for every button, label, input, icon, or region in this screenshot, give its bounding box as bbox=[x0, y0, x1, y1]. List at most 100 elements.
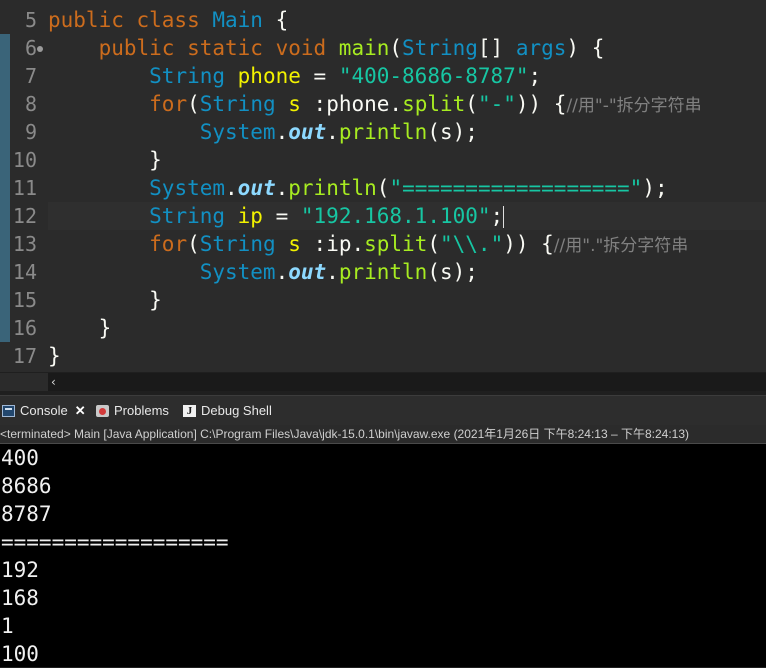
line-number: 6 bbox=[0, 34, 45, 62]
code-token: String bbox=[199, 232, 276, 256]
code-token: String bbox=[149, 64, 226, 88]
code-token: ( bbox=[187, 232, 200, 256]
code-token: String bbox=[402, 36, 478, 60]
code-token: //用"-"拆分字符串 bbox=[566, 96, 702, 116]
fold-marker-icon[interactable] bbox=[37, 46, 43, 52]
code-token: String bbox=[199, 92, 276, 116]
scroll-corner bbox=[0, 373, 48, 391]
code-token: [] bbox=[477, 36, 516, 60]
code-token: . bbox=[275, 260, 289, 284]
code-token: :ip. bbox=[313, 232, 365, 256]
code-token: phone bbox=[225, 64, 301, 88]
code-line[interactable]: public class Main { bbox=[48, 6, 766, 34]
code-token: . bbox=[326, 260, 339, 284]
line-number: 7 bbox=[0, 62, 45, 90]
code-token: ip bbox=[225, 204, 263, 228]
code-line[interactable]: public static void main(String[] args) { bbox=[48, 34, 766, 62]
code-token: )) { bbox=[515, 92, 567, 116]
code-token: println bbox=[338, 260, 428, 284]
code-token: = bbox=[300, 64, 339, 88]
line-number: 9 bbox=[0, 118, 45, 146]
tab-problems-label: Problems bbox=[114, 403, 169, 418]
close-icon[interactable]: ✕ bbox=[75, 400, 86, 422]
code-token: public class bbox=[48, 8, 213, 32]
line-number: 13 bbox=[0, 230, 45, 258]
line-number: 10 bbox=[0, 146, 45, 174]
code-token: "192.168.1.100" bbox=[300, 204, 491, 228]
line-number: 16 bbox=[0, 314, 45, 342]
code-token: System bbox=[199, 120, 276, 144]
console-output-line: 1 bbox=[1, 614, 14, 638]
code-token: } bbox=[48, 316, 112, 340]
code-token: } bbox=[48, 148, 162, 172]
code-token: out bbox=[237, 176, 276, 200]
line-number: 17 bbox=[12, 344, 37, 368]
code-token: "==================" bbox=[389, 176, 643, 200]
code-editor[interactable]: 5 6 7 8 9 10 11 12 13 14 15 16 17 public class Main … bbox=[0, 0, 766, 372]
code-token: s bbox=[275, 232, 314, 256]
tab-debug-shell-label: Debug Shell bbox=[201, 403, 272, 418]
code-token: ; bbox=[528, 64, 542, 88]
code-token: . bbox=[275, 120, 289, 144]
code-token: ( bbox=[465, 92, 478, 116]
code-line[interactable]: } bbox=[48, 286, 766, 314]
code-area[interactable]: public class Main { public static void m… bbox=[48, 6, 766, 370]
code-line[interactable]: String ip = "192.168.1.100"; bbox=[48, 202, 766, 230]
code-line[interactable]: String phone = "400-8686-8787"; bbox=[48, 62, 766, 90]
code-token: = bbox=[262, 204, 301, 228]
code-line[interactable]: System.out.println(s); bbox=[48, 118, 766, 146]
scroll-left-icon[interactable]: ‹ bbox=[51, 375, 56, 389]
code-line[interactable]: System.out.println("==================")… bbox=[48, 174, 766, 202]
tab-console[interactable]: Console ✕ bbox=[2, 400, 86, 422]
console-output-line: 8686 bbox=[1, 474, 52, 498]
code-line[interactable]: for(String s :ip.split("\\.")) {//用"."拆分… bbox=[48, 230, 766, 258]
horizontal-scrollbar[interactable]: ‹ bbox=[48, 373, 766, 391]
console-output-line: 168 bbox=[1, 586, 39, 610]
code-token: { bbox=[262, 8, 289, 32]
code-token: public static void bbox=[48, 36, 339, 60]
code-token: "-" bbox=[477, 92, 516, 116]
code-line[interactable]: for(String s :phone.split("-")) {//用"-"拆… bbox=[48, 90, 766, 118]
code-token: ( bbox=[427, 232, 440, 256]
code-token: for bbox=[149, 92, 188, 116]
code-token: Main bbox=[212, 8, 263, 32]
tab-problems[interactable]: Problems bbox=[96, 400, 169, 422]
code-token: System bbox=[149, 176, 226, 200]
line-number: 15 bbox=[0, 286, 45, 314]
code-token: split bbox=[402, 92, 466, 116]
console-tab-bar: Console ✕ Problems J Debug Shell bbox=[0, 395, 766, 426]
code-token: ); bbox=[642, 176, 668, 200]
console-output-line: ================== bbox=[1, 530, 229, 554]
code-token: ; bbox=[490, 204, 504, 228]
console-icon bbox=[2, 405, 15, 417]
code-token: System bbox=[199, 260, 276, 284]
code-line[interactable]: } bbox=[48, 146, 766, 174]
code-token: println bbox=[288, 176, 377, 200]
code-token: ( bbox=[389, 36, 403, 60]
console-output-line: 400 bbox=[1, 446, 39, 470]
debug-shell-icon: J bbox=[183, 405, 196, 417]
code-token: args bbox=[515, 36, 567, 60]
line-number-gutter: 5 6 7 8 9 10 11 12 13 14 15 16 17 bbox=[0, 6, 45, 370]
code-token: println bbox=[338, 120, 428, 144]
line-number: 5 bbox=[24, 8, 37, 32]
code-token: ) { bbox=[566, 36, 605, 60]
code-token: . bbox=[275, 176, 289, 200]
problems-icon bbox=[96, 405, 109, 417]
code-token: )) { bbox=[503, 232, 554, 256]
line-number: 14 bbox=[0, 258, 45, 286]
code-token: for bbox=[149, 232, 188, 256]
code-line[interactable]: } bbox=[48, 314, 766, 342]
text-cursor bbox=[503, 206, 505, 228]
tab-debug-shell[interactable]: J Debug Shell bbox=[183, 400, 272, 422]
console-output[interactable]: 400 8686 8787 ================== 192 168 1 100 bbox=[0, 444, 766, 667]
console-output-line: 8787 bbox=[1, 502, 52, 526]
code-line[interactable]: } bbox=[48, 342, 766, 370]
console-output-line: 192 bbox=[1, 558, 39, 582]
code-token: ( bbox=[376, 176, 390, 200]
code-line[interactable]: System.out.println(s); bbox=[48, 258, 766, 286]
